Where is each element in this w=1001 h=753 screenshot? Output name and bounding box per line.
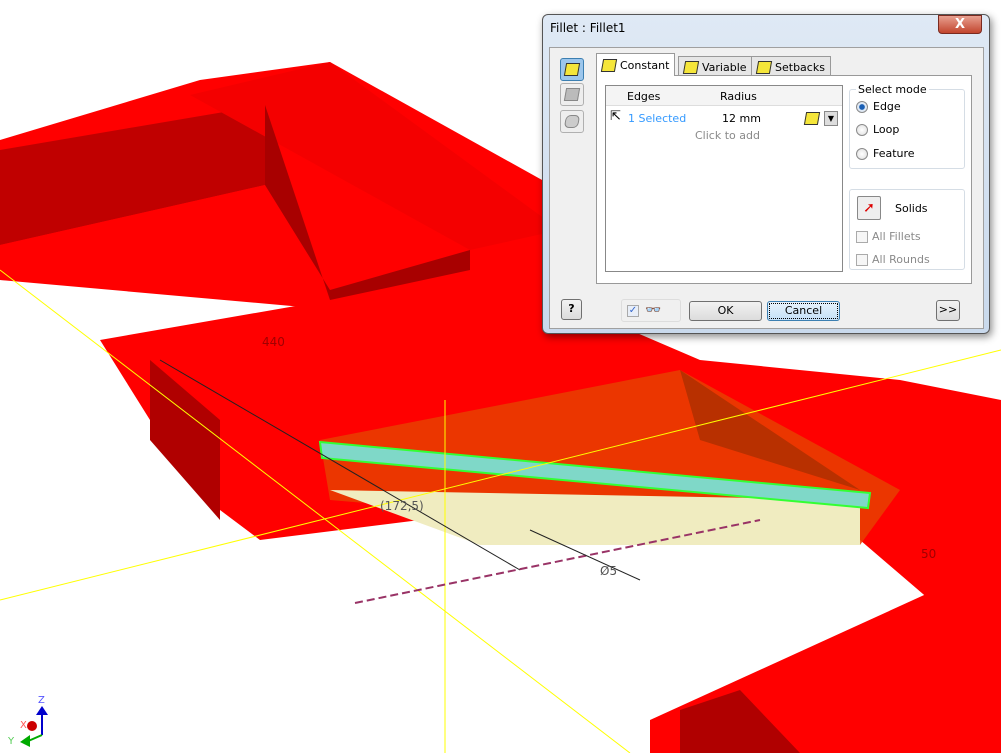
fillet-type-icon[interactable] [803,112,821,125]
click-to-add[interactable]: Click to add [695,129,760,142]
dimension-label[interactable]: 440 [262,335,285,349]
svg-text:X: X [20,720,27,731]
help-button[interactable]: ? [561,299,582,320]
fillet-dialog: Fillet : Fillet1 X Constant Variable Set… [542,14,990,334]
radio-feature[interactable]: Feature [856,147,915,160]
preview-checkbox[interactable]: ✓ [627,304,639,317]
select-mode-group: Select mode Edge Loop Feature [849,83,965,169]
dialog-body: Constant Variable Setbacks Edges Radius … [549,47,984,329]
close-button[interactable]: X [938,15,982,34]
solids-label: Solids [895,202,928,215]
view-axis-triad: Z X Y [7,695,48,747]
setbacks-icon [755,60,773,74]
edges-table[interactable]: Edges Radius ⇱ 1 Selected 12 mm ▼ Click … [605,85,843,272]
variable-icon [682,60,700,74]
more-button[interactable]: >> [936,300,960,321]
full-round-fillet-icon[interactable] [560,110,584,133]
ok-button[interactable]: OK [689,301,762,321]
solids-select-button[interactable]: ➚ [857,196,881,220]
tab-panel: Edges Radius ⇱ 1 Selected 12 mm ▼ Click … [596,75,972,284]
dimension-label[interactable]: 50 [921,547,936,561]
svg-text:Y: Y [7,736,15,747]
constant-icon [600,58,618,72]
preview-toggle[interactable]: ✓ 👓 [621,299,681,322]
tab-variable[interactable]: Variable [678,56,753,77]
radio-edge[interactable]: Edge [856,100,901,113]
glasses-icon: 👓 [645,303,662,318]
all-fillets-checkbox[interactable]: All Fillets [856,230,921,243]
all-rounds-checkbox[interactable]: All Rounds [856,253,930,266]
column-header-edges[interactable]: Edges [627,90,660,103]
tab-constant[interactable]: Constant [596,53,676,76]
column-header-radius[interactable]: Radius [720,90,757,103]
svg-text:Z: Z [38,695,45,706]
radio-loop[interactable]: Loop [856,123,899,136]
dialog-title: Fillet : Fillet1 [550,21,626,35]
constant-fillet-icon[interactable] [560,58,584,81]
tab-setbacks[interactable]: Setbacks [751,56,831,77]
dimension-label[interactable]: Ø5 [600,564,617,578]
edges-cell[interactable]: 1 Selected [628,112,686,125]
face-fillet-icon[interactable] [560,83,584,106]
pointer-icon: ⇱ [610,109,621,124]
dimension-label[interactable]: (172,5) [380,499,424,513]
chevron-down-icon[interactable]: ▼ [824,111,838,126]
radius-cell[interactable]: 12 mm [722,112,761,125]
solids-group: ➚ Solids All Fillets All Rounds [849,189,965,270]
cancel-button[interactable]: Cancel [767,301,840,321]
